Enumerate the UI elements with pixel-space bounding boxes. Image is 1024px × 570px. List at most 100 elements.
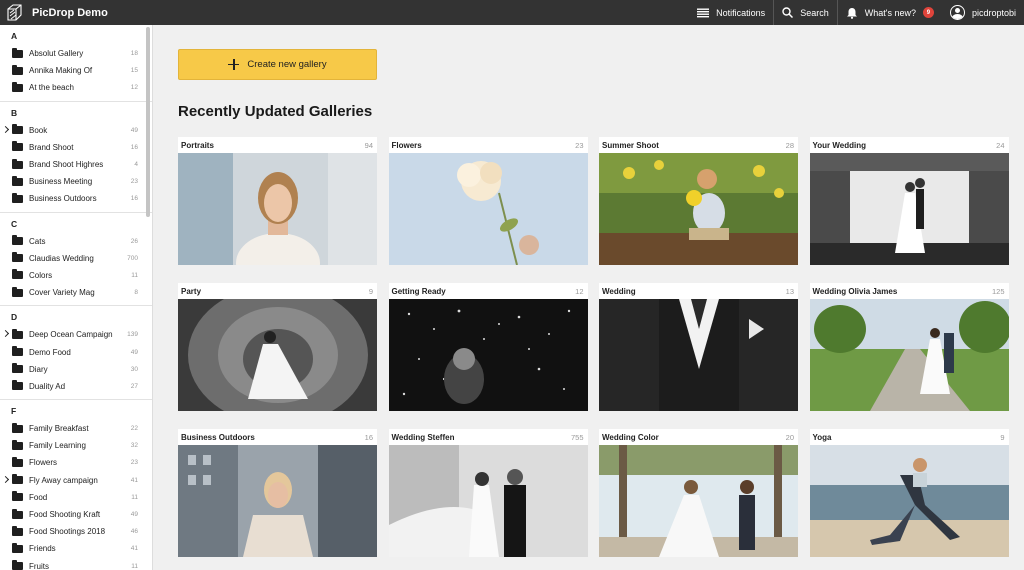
- sidebar-item[interactable]: Colors 11: [0, 267, 152, 284]
- sidebar-item[interactable]: Cover Variety Mag 8: [0, 284, 152, 301]
- gallery-card[interactable]: Getting Ready 12: [388, 283, 588, 411]
- gallery-thumbnail[interactable]: [599, 299, 798, 411]
- sidebar-item[interactable]: Flowers 23: [0, 454, 152, 471]
- folder-icon: [12, 286, 23, 297]
- app-title[interactable]: PicDrop Demo: [32, 7, 108, 19]
- gallery-thumbnail-image: [809, 299, 1009, 411]
- gallery-thumbnail-image: [809, 153, 1009, 265]
- gallery-thumbnail-image: [809, 445, 1009, 557]
- sidebar-item[interactable]: Business Outdoors 16: [0, 190, 152, 207]
- gallery-thumbnail[interactable]: [388, 445, 588, 557]
- sidebar-item[interactable]: Claudias Wedding 700: [0, 250, 152, 267]
- sidebar-item-label: Fly Away campaign: [29, 475, 98, 485]
- sidebar-item[interactable]: Friends 41: [0, 540, 152, 557]
- gallery-card[interactable]: Business Outdoors 16: [178, 429, 377, 557]
- sidebar-item[interactable]: Food Shootings 2018 46: [0, 523, 152, 540]
- sidebar-item-count: 22: [130, 425, 138, 433]
- gallery-card-header: Business Outdoors 16: [178, 429, 377, 445]
- notifications-button[interactable]: Notifications: [689, 0, 773, 25]
- folder-icon: [12, 175, 23, 186]
- gallery-card-header: Wedding Olivia James 125: [810, 283, 1009, 299]
- sidebar-item[interactable]: At the beach 12: [0, 79, 152, 96]
- sidebar-item-label: Family Learning: [29, 441, 86, 451]
- gallery-card[interactable]: Portraits 94: [178, 137, 377, 265]
- gallery-thumbnail[interactable]: [599, 153, 798, 265]
- gallery-thumbnail[interactable]: [178, 299, 377, 411]
- sidebar-item[interactable]: Demo Food 49: [0, 343, 152, 360]
- folder-icon: [12, 508, 23, 519]
- folder-icon: [12, 328, 23, 339]
- sidebar-item-count: 11: [131, 271, 138, 279]
- gallery-card[interactable]: Flowers 23: [388, 137, 588, 265]
- main-content: Create new gallery Recently Updated Gall…: [154, 25, 1024, 570]
- gallery-thumbnail[interactable]: [388, 299, 588, 411]
- gallery-thumbnail[interactable]: [388, 153, 588, 265]
- folder-icon: [12, 47, 23, 58]
- sidebar-item[interactable]: Cats 26: [0, 233, 152, 250]
- gallery-title: Party: [181, 286, 202, 296]
- gallery-sidebar: A Absolut Gallery 18 Annika Making Of 15 At t…: [0, 25, 153, 570]
- folder-icon: [12, 456, 23, 467]
- gallery-card[interactable]: Wedding Olivia James 125: [809, 283, 1009, 411]
- gallery-card[interactable]: Party 9: [178, 283, 377, 411]
- sidebar-item[interactable]: Business Meeting 23: [0, 173, 152, 190]
- search-button[interactable]: Search: [774, 0, 837, 25]
- gallery-thumbnail-image: [178, 153, 377, 265]
- gallery-title: Portraits: [181, 140, 214, 150]
- sidebar-item[interactable]: Food Shooting Kraft 49: [0, 506, 152, 523]
- gallery-card-header: Wedding Color 20: [599, 429, 798, 445]
- chevron-right-icon[interactable]: [1, 475, 10, 483]
- gallery-card[interactable]: Wedding Color 20: [599, 429, 798, 557]
- gallery-thumbnail-image: [388, 153, 588, 265]
- sidebar-item-label: Cats: [29, 236, 46, 246]
- sidebar-item-count: 26: [130, 237, 138, 245]
- sidebar-item[interactable]: Fruits 11: [0, 558, 152, 570]
- sidebar-item-count: 700: [127, 254, 138, 262]
- gallery-title: Yoga: [812, 432, 832, 442]
- sidebar-item[interactable]: Food 11: [0, 489, 152, 506]
- gallery-thumbnail[interactable]: [178, 445, 377, 557]
- folder-icon: [12, 422, 23, 433]
- gallery-count: 20: [785, 432, 794, 442]
- sidebar-item-count: 12: [130, 84, 138, 92]
- chevron-right-icon[interactable]: [1, 125, 10, 133]
- gallery-thumbnail[interactable]: [809, 299, 1009, 411]
- gallery-card[interactable]: Wedding Steffen 755: [388, 429, 588, 557]
- picdrop-logo-icon[interactable]: [2, 0, 26, 25]
- gallery-thumbnail[interactable]: [809, 153, 1009, 265]
- sidebar-item-count: 15: [130, 67, 138, 75]
- sidebar-item[interactable]: Family Breakfast 22: [0, 420, 152, 437]
- top-bar: PicDrop Demo Notifications Search What's…: [0, 0, 1024, 25]
- sidebar-item[interactable]: Family Learning 32: [0, 437, 152, 454]
- gallery-thumbnail[interactable]: [178, 153, 377, 265]
- user-menu-button[interactable]: picdroptobi: [942, 0, 1024, 25]
- sidebar-item[interactable]: Brand Shoot Highres 4: [0, 156, 152, 173]
- sidebar-item-label: Absolut Gallery: [29, 49, 84, 59]
- sidebar-item-count: 4: [134, 161, 138, 169]
- gallery-card[interactable]: Yoga 9: [809, 429, 1009, 557]
- gallery-thumbnail-image: [599, 299, 798, 411]
- chevron-right-icon[interactable]: [1, 330, 10, 338]
- section-title: Recently Updated Galleries: [178, 103, 373, 120]
- gallery-count: 94: [364, 140, 373, 150]
- sidebar-item[interactable]: Duality Ad 27: [0, 378, 152, 395]
- whats-new-button[interactable]: What's new? 9: [838, 0, 942, 25]
- gallery-count: 23: [575, 140, 584, 150]
- gallery-card[interactable]: Your Wedding 24: [809, 137, 1009, 265]
- gallery-count: 13: [785, 286, 794, 296]
- sidebar-item[interactable]: Fly Away campaign 41: [0, 472, 152, 489]
- sidebar-item[interactable]: Diary 30: [0, 361, 152, 378]
- sidebar-item-label: Business Outdoors: [29, 194, 97, 204]
- sidebar-item[interactable]: Brand Shoot 16: [0, 139, 152, 156]
- sidebar-item[interactable]: Annika Making Of 15: [0, 62, 152, 79]
- gallery-thumbnail[interactable]: [809, 445, 1009, 557]
- sidebar-item[interactable]: Book 49: [0, 122, 152, 139]
- gallery-card[interactable]: Summer Shoot 28: [599, 137, 798, 265]
- folder-icon: [12, 346, 23, 357]
- gallery-card[interactable]: Wedding 13: [599, 283, 798, 411]
- create-gallery-button[interactable]: Create new gallery: [178, 49, 377, 80]
- sidebar-item[interactable]: Absolut Gallery 18: [0, 45, 152, 62]
- gallery-thumbnail[interactable]: [599, 445, 798, 557]
- sidebar-item[interactable]: Deep Ocean Campaign 139: [0, 326, 152, 343]
- gallery-card-header: Yoga 9: [810, 429, 1009, 445]
